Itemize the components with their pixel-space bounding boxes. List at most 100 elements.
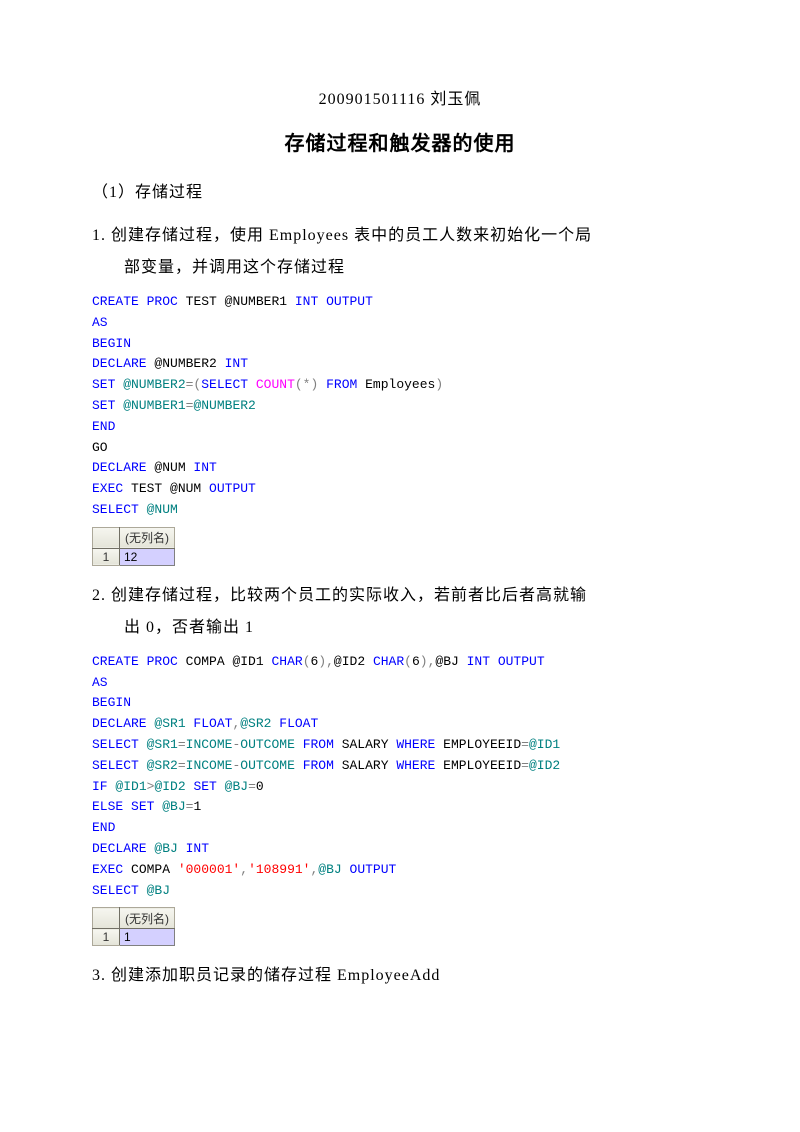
code-op: ), [420, 654, 436, 669]
code-var: @ID2 [529, 758, 560, 773]
code-op: (*) [295, 377, 318, 392]
code-text: TEST @NUMBER1 [178, 294, 295, 309]
task-2: 2. 创建存储过程，比较两个员工的实际收入，若前者比后者高就输 出 0，否者输出… [92, 580, 708, 644]
code-text: SALARY [334, 737, 396, 752]
code-kw: SELECT [92, 758, 139, 773]
code-kw: BEGIN [92, 695, 131, 710]
code-kw: AS [92, 315, 108, 330]
code-kw: FLOAT [279, 716, 318, 731]
code-op: , [240, 862, 248, 877]
code-kw: END [92, 419, 115, 434]
code-op: ) [435, 377, 443, 392]
code-op: = [178, 737, 186, 752]
code-kw: END [92, 820, 115, 835]
code-text: TEST @NUM [123, 481, 209, 496]
task-1: 1. 创建存储过程，使用 Employees 表中的员工人数来初始化一个局 部变… [92, 220, 708, 284]
code-kw: IF [92, 779, 108, 794]
code-var: INCOME [186, 758, 233, 773]
code-fn: COUNT [256, 377, 295, 392]
code-kw: SELECT [92, 737, 139, 752]
task-2-line-2: 出 0，否者输出 1 [92, 619, 254, 636]
task-1-line-2: 部变量，并调用这个存储过程 [92, 259, 345, 276]
code-var: @BJ [154, 799, 185, 814]
code-kw: SELECT [92, 883, 139, 898]
code-kw: SET [193, 779, 216, 794]
code-text: EMPLOYEEID [435, 758, 521, 773]
code-kw: FROM [303, 758, 334, 773]
code-kw: INT [193, 460, 216, 475]
code-text: 0 [256, 779, 264, 794]
code-var: @NUMBER1 [115, 398, 185, 413]
result-corner [93, 527, 120, 548]
code-var: @ID2 [154, 779, 193, 794]
code-kw: PROC [147, 654, 178, 669]
code-text: COMPA @ID1 [178, 654, 272, 669]
code-kw: INT [467, 654, 490, 669]
code-kw: OUTPUT [209, 481, 256, 496]
code-kw: DECLARE [92, 460, 147, 475]
code-block-1: CREATE PROC TEST @NUMBER1 INT OUTPUT AS … [92, 292, 708, 521]
code-str: '000001' [178, 862, 240, 877]
code-op: ( [303, 654, 311, 669]
code-kw: AS [92, 675, 108, 690]
code-var: @NUM [139, 502, 178, 517]
code-text: @NUMBER2 [147, 356, 225, 371]
code-kw: FROM [303, 737, 334, 752]
code-kw: FROM [326, 377, 357, 392]
code-var: @BJ [318, 862, 349, 877]
code-kw: INT [295, 294, 318, 309]
code-kw: SET [92, 398, 115, 413]
code-kw: WHERE [396, 758, 435, 773]
code-text: @ID2 [334, 654, 373, 669]
code-var: @NUMBER2 [115, 377, 185, 392]
code-text: 1 [193, 799, 201, 814]
code-op: = [521, 758, 529, 773]
code-kw: CREATE [92, 294, 139, 309]
code-var: @ID1 [529, 737, 560, 752]
code-text: COMPA [123, 862, 178, 877]
result-table-2: (无列名) 1 1 [92, 907, 175, 946]
code-var: @SR2 [240, 716, 279, 731]
code-kw: OUTPUT [326, 294, 373, 309]
code-kw: EXEC [92, 481, 123, 496]
code-op: = [178, 758, 186, 773]
code-kw: DECLARE [92, 356, 147, 371]
code-kw: SET [92, 377, 115, 392]
code-text: SALARY [334, 758, 396, 773]
code-var: @BJ [147, 841, 186, 856]
code-kw: PROC [147, 294, 178, 309]
code-var: @SR1 [147, 716, 194, 731]
code-kw: OUTPUT [498, 654, 545, 669]
task-1-line-1: 1. 创建存储过程，使用 Employees 表中的员工人数来初始化一个局 [92, 227, 592, 244]
code-kw: BEGIN [92, 336, 131, 351]
code-text: @BJ [435, 654, 466, 669]
result-rownum: 1 [93, 929, 120, 946]
code-text: EMPLOYEEID [435, 737, 521, 752]
code-str: '108991' [248, 862, 310, 877]
code-kw: EXEC [92, 862, 123, 877]
code-var: @BJ [139, 883, 170, 898]
code-kw: CREATE [92, 654, 139, 669]
code-var: @BJ [217, 779, 248, 794]
result-rownum: 1 [93, 548, 120, 565]
code-kw: SET [131, 799, 154, 814]
code-kw: SELECT [201, 377, 248, 392]
result-cell: 12 [120, 548, 175, 565]
result-header: (无列名) [120, 908, 175, 929]
code-kw: SELECT [92, 502, 139, 517]
code-kw: OUTPUT [350, 862, 397, 877]
code-text: GO [92, 440, 108, 455]
code-kw: FLOAT [193, 716, 232, 731]
code-var: @NUMBER2 [193, 398, 255, 413]
section-label: （1）存储过程 [92, 178, 708, 202]
code-text: 6 [412, 654, 420, 669]
result-table-1: (无列名) 1 12 [92, 527, 175, 566]
code-op: = [521, 737, 529, 752]
code-var: @ID1 [108, 779, 147, 794]
code-var: INCOME [186, 737, 233, 752]
page-title: 存储过程和触发器的使用 [92, 127, 708, 156]
code-kw: CHAR [271, 654, 302, 669]
header-id: 200901501116 刘玉佩 [92, 85, 708, 109]
code-op: ( [404, 654, 412, 669]
code-text: @NUM [147, 460, 194, 475]
